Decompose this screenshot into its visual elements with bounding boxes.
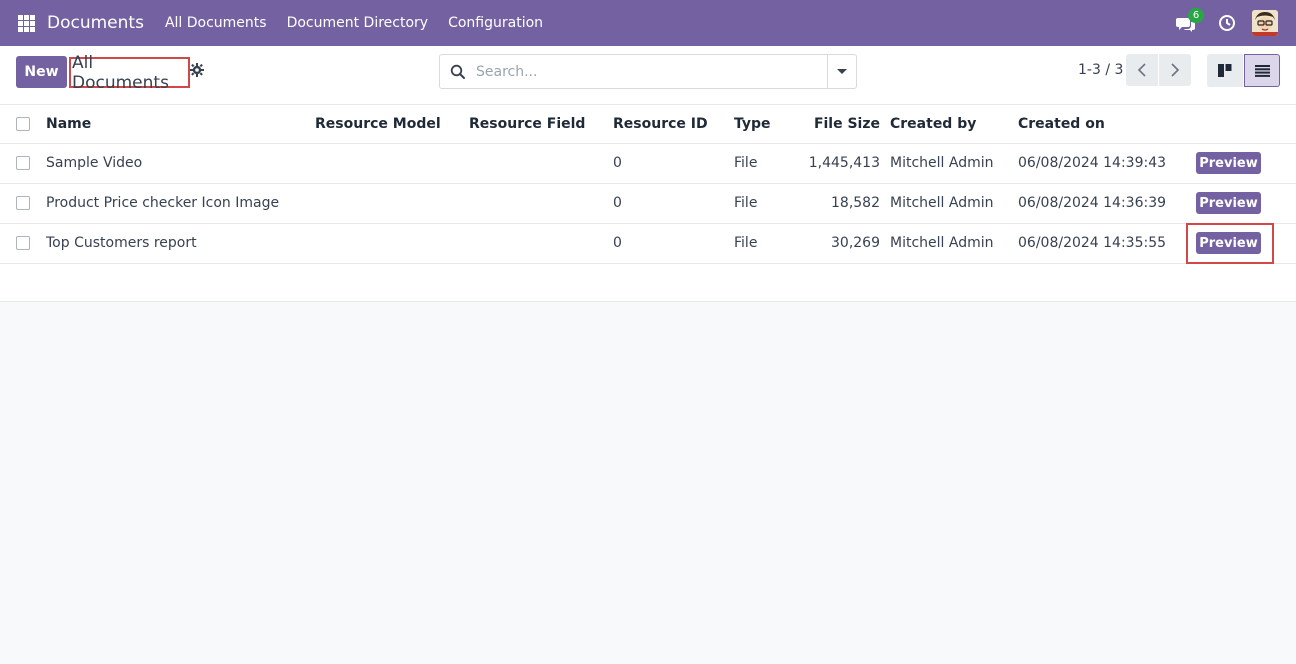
pager-next-button[interactable] <box>1159 54 1191 86</box>
page-title: All Documents <box>69 53 190 93</box>
preview-button[interactable]: Preview <box>1196 152 1261 174</box>
header-created-by[interactable]: Created by <box>890 105 976 144</box>
gear-icon[interactable] <box>190 63 204 77</box>
chat-count-badge: 6 <box>1188 8 1204 23</box>
preview-highlight-box <box>1186 223 1274 264</box>
top-navbar: Documents All Documents Document Directo… <box>0 0 1296 46</box>
cell-created-on: 06/08/2024 14:36:39 <box>1018 195 1167 211</box>
table-row[interactable]: Top Customers report 0 File 30,269 Mitch… <box>0 224 1296 264</box>
apps-grid-icon[interactable] <box>18 14 35 32</box>
cell-resource-id: 0 <box>613 195 622 211</box>
header-resource-model[interactable]: Resource Model <box>315 105 441 144</box>
table-row[interactable]: Product Price checker Icon Image 0 File … <box>0 184 1296 224</box>
menu-configuration[interactable]: Configuration <box>438 0 553 46</box>
menu-all-documents[interactable]: All Documents <box>155 0 277 46</box>
user-avatar[interactable] <box>1252 10 1278 36</box>
menu-document-directory[interactable]: Document Directory <box>277 0 439 46</box>
search-options-toggle[interactable] <box>827 55 856 88</box>
cell-type: File <box>734 195 758 211</box>
kanban-icon <box>1218 63 1232 77</box>
row-checkbox[interactable] <box>16 236 30 250</box>
navbar-systray: 6 <box>1176 0 1278 46</box>
avatar-face-icon <box>1252 10 1278 36</box>
cell-resource-id: 0 <box>613 155 622 171</box>
search-bar <box>439 54 857 89</box>
header-created-on[interactable]: Created on <box>1018 105 1105 144</box>
table-row[interactable]: Sample Video 0 File 1,445,413 Mitchell A… <box>0 144 1296 184</box>
row-checkbox[interactable] <box>16 156 30 170</box>
list-view-button[interactable] <box>1244 54 1280 87</box>
header-resource-field[interactable]: Resource Field <box>469 105 585 144</box>
cell-file-size: 1,445,413 <box>808 155 880 171</box>
kanban-view-button[interactable] <box>1207 54 1243 87</box>
cell-name: Top Customers report <box>46 235 197 251</box>
pager-value[interactable]: 1-3 / 3 <box>1078 62 1123 78</box>
main-menu: All Documents Document Directory Configu… <box>155 0 553 46</box>
cell-name: Product Price checker Icon Image <box>46 195 280 211</box>
row-checkbox[interactable] <box>16 196 30 210</box>
cell-created-on: 06/08/2024 14:39:43 <box>1018 155 1167 171</box>
activity-button[interactable] <box>1218 14 1236 32</box>
control-panel: New All Documents 1-3 / 3 <box>0 46 1296 105</box>
header-file-size[interactable]: File Size <box>780 105 880 144</box>
cell-created-by: Mitchell Admin <box>890 235 994 251</box>
cell-resource-id: 0 <box>613 235 622 251</box>
documents-table: Name Resource Model Resource Field Resou… <box>0 105 1296 302</box>
chat-button[interactable]: 6 <box>1176 8 1204 35</box>
list-icon <box>1254 64 1270 77</box>
select-all-checkbox[interactable] <box>16 117 30 131</box>
header-name[interactable]: Name <box>46 105 91 144</box>
caret-down-icon <box>837 69 847 74</box>
cell-file-size: 30,269 <box>831 235 880 251</box>
header-type[interactable]: Type <box>734 105 771 144</box>
chevron-left-icon <box>1137 63 1146 77</box>
clock-icon <box>1219 15 1235 31</box>
chevron-right-icon <box>1171 63 1180 77</box>
cell-created-by: Mitchell Admin <box>890 195 994 211</box>
cell-created-by: Mitchell Admin <box>890 155 994 171</box>
table-header-row: Name Resource Model Resource Field Resou… <box>0 105 1296 144</box>
search-input[interactable] <box>476 63 816 80</box>
cell-file-size: 18,582 <box>831 195 880 211</box>
app-brand[interactable]: Documents <box>47 13 144 33</box>
cell-name: Sample Video <box>46 155 143 171</box>
preview-button[interactable]: Preview <box>1196 192 1261 214</box>
cell-type: File <box>734 235 758 251</box>
pager-previous-button[interactable] <box>1126 54 1158 86</box>
new-button[interactable]: New <box>16 56 67 88</box>
search-icon <box>450 64 465 79</box>
cell-type: File <box>734 155 758 171</box>
cell-created-on: 06/08/2024 14:35:55 <box>1018 235 1167 251</box>
header-resource-id[interactable]: Resource ID <box>613 105 708 144</box>
